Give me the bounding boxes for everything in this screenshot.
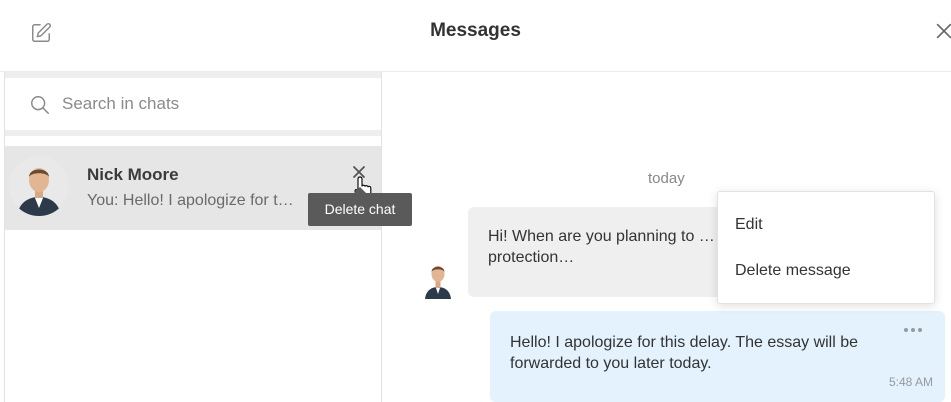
search-input[interactable] bbox=[62, 90, 362, 118]
search-bar bbox=[5, 72, 381, 136]
tooltip-arrow bbox=[354, 187, 366, 193]
message-timestamp: 5:48 AM bbox=[888, 375, 933, 389]
more-options-icon[interactable] bbox=[902, 325, 924, 335]
chat-list-sidebar: Nick Moore You: Hello! I apologize for t… bbox=[5, 72, 382, 402]
date-separator: today bbox=[648, 170, 685, 187]
chat-last-message-preview: You: Hello! I apologize for t… bbox=[87, 192, 294, 209]
header: Messages bbox=[0, 0, 951, 72]
outgoing-message-bubble[interactable]: Hello! I apologize for this delay. The e… bbox=[490, 311, 945, 402]
chat-contact-name: Nick Moore bbox=[87, 165, 179, 184]
outgoing-message-text: Hello! I apologize for this delay. The e… bbox=[510, 334, 859, 372]
page-title: Messages bbox=[430, 20, 521, 41]
message-context-menu: Edit Delete message bbox=[717, 191, 935, 304]
search-box[interactable] bbox=[5, 78, 381, 130]
close-icon[interactable] bbox=[933, 20, 951, 42]
avatar bbox=[9, 156, 69, 216]
tooltip-label: Delete chat bbox=[324, 201, 396, 217]
delete-chat-tooltip: Delete chat bbox=[308, 187, 412, 226]
sender-avatar bbox=[422, 259, 454, 299]
menu-item-edit[interactable]: Edit bbox=[735, 216, 763, 234]
menu-item-delete-message[interactable]: Delete message bbox=[735, 262, 851, 280]
search-icon bbox=[31, 96, 49, 114]
